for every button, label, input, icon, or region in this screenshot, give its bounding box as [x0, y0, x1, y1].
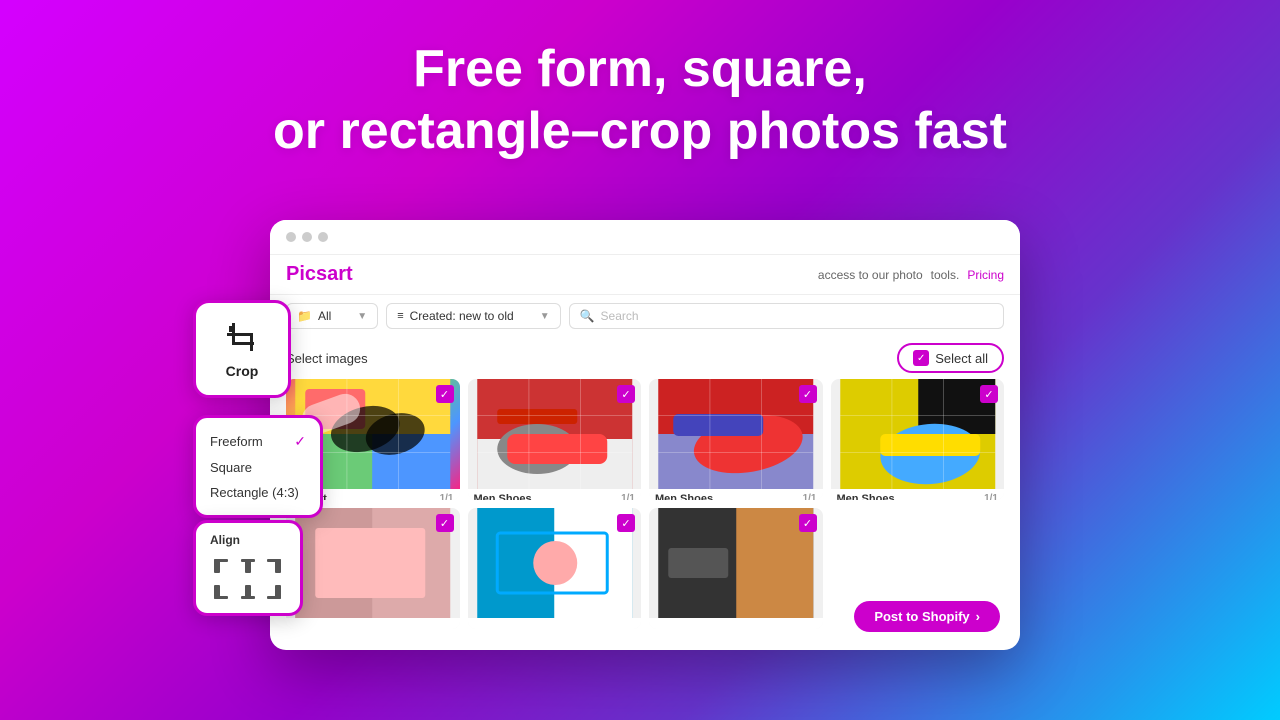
post-arrow-icon: › [976, 609, 980, 624]
search-bar[interactable]: 🔍 Search [569, 303, 1004, 329]
align-label: Align [210, 533, 286, 547]
align-bottom-right-button[interactable] [263, 581, 285, 603]
search-placeholder: Search [601, 309, 639, 323]
filter-sort-chevron-icon: ▼ [540, 311, 550, 322]
image-check-1[interactable]: ✓ [436, 385, 454, 403]
select-all-check-icon: ✓ [913, 350, 929, 366]
search-icon: 🔍 [580, 309, 595, 323]
image-thumb-6-graphic [468, 508, 642, 618]
pricing-link[interactable]: Pricing [967, 268, 1004, 282]
filter-sort-label: Created: new to old [410, 309, 514, 323]
filter-all-label: All [318, 309, 331, 323]
filter-all-chevron-icon: ▼ [357, 311, 367, 322]
picsart-logo: Picsart [286, 263, 353, 286]
select-all-label: Select all [935, 351, 988, 366]
image-title-4: Men Shoes [837, 493, 895, 500]
select-images-label: Select images [286, 351, 368, 366]
post-to-shopify-label: Post to Shopify [874, 609, 969, 624]
align-top-left-button[interactable] [210, 555, 232, 577]
align-bottom-left-button[interactable] [210, 581, 232, 603]
headline-line1: Free form, square, [413, 40, 867, 98]
image-check-7[interactable]: ✓ [799, 514, 817, 532]
browser-dot-1 [286, 232, 296, 242]
image-count-1: 1/1 [440, 493, 454, 500]
headline: Free form, square, or rectangle–crop pho… [0, 0, 1280, 163]
image-title-2: Men Shoes [474, 493, 532, 500]
image-thumb-2-graphic [468, 379, 642, 489]
mode-square-label: Square [210, 460, 252, 475]
mode-freeform-label: Freeform [210, 434, 263, 449]
image-count-2: 1/1 [621, 493, 635, 500]
post-to-shopify-button[interactable]: Post to Shopify › [854, 601, 1000, 632]
image-check-2[interactable]: ✓ [617, 385, 635, 403]
image-card-6[interactable]: ✓ [468, 508, 642, 629]
mode-square[interactable]: Square [210, 455, 306, 480]
crop-icon [222, 319, 262, 359]
image-check-3[interactable]: ✓ [799, 385, 817, 403]
filter-all-dropdown[interactable]: 📁 All ▼ [286, 303, 378, 329]
image-check-4[interactable]: ✓ [980, 385, 998, 403]
image-card-2[interactable]: ✓ Men Shoes 1/1 ACTIVE PNG 1080×1080 (3 … [468, 379, 642, 500]
mode-panel: Freeform ✓ Square Rectangle (4:3) [193, 415, 323, 518]
image-card-5[interactable]: ✓ [286, 508, 460, 629]
mode-rectangle-label: Rectangle (4:3) [210, 485, 299, 500]
image-card-3[interactable]: ✓ Men Shoes 1/1 ACTIVE PNG 1080×1080 (3 … [649, 379, 823, 500]
tools-text: tools. [931, 268, 960, 282]
headline-line2: or rectangle–crop photos fast [273, 102, 1007, 160]
crop-panel[interactable]: Crop [193, 300, 291, 398]
crop-label: Crop [226, 363, 259, 379]
browser-titlebar [270, 220, 1020, 255]
image-thumb-5-graphic [286, 508, 460, 618]
mode-rectangle[interactable]: Rectangle (4:3) [210, 480, 306, 505]
mode-freeform-check-icon: ✓ [294, 433, 306, 450]
image-thumb-7-graphic [649, 508, 823, 618]
align-bottom-center-button[interactable] [237, 581, 259, 603]
mode-freeform[interactable]: Freeform ✓ [210, 428, 306, 455]
image-title-3: Men Shoes [655, 493, 713, 500]
align-top-center-button[interactable] [237, 555, 259, 577]
browser-dot-3 [318, 232, 328, 242]
align-top-right-button[interactable] [263, 555, 285, 577]
image-card-7[interactable]: ✓ [649, 508, 823, 629]
image-count-4: 1/1 [984, 493, 998, 500]
image-check-6[interactable]: ✓ [617, 514, 635, 532]
image-card-4[interactable]: ✓ Men Shoes 1/1 ACTIVE PNG 1080×1080 (3 … [831, 379, 1005, 500]
image-thumb-3-graphic [649, 379, 823, 489]
image-check-5[interactable]: ✓ [436, 514, 454, 532]
align-panel: Align [193, 520, 303, 616]
browser-window: Picsart access to our photo tools. Prici… [270, 220, 1020, 650]
image-count-3: 1/1 [803, 493, 817, 500]
select-all-button[interactable]: ✓ Select all [897, 343, 1004, 373]
image-thumb-4-graphic [831, 379, 1005, 489]
filter-sort-dropdown[interactable]: ≡ Created: new to old ▼ [386, 303, 560, 329]
browser-dot-2 [302, 232, 312, 242]
access-text: access to our photo [818, 268, 923, 282]
